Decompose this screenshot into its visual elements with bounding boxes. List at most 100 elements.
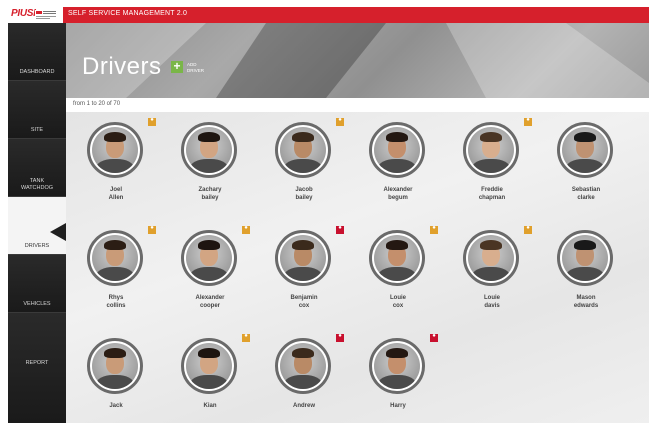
driver-card[interactable]: ● Louie davis	[452, 225, 532, 326]
results-count: from 1 to 20 of 70	[73, 101, 121, 107]
driver-card[interactable]: Alexander begum	[358, 118, 438, 218]
badge-dot-icon: ●	[338, 117, 342, 123]
sidebar-item-label: DASHBOARD	[19, 69, 55, 75]
badge-dot-icon: ●	[338, 333, 342, 339]
driver-first-name: Jacob	[295, 187, 313, 193]
status-badge: ●	[430, 333, 438, 342]
driver-name: Andrew	[258, 402, 350, 410]
driver-card[interactable]: ● Alexander cooper	[170, 225, 250, 326]
driver-avatar	[463, 230, 519, 286]
driver-card[interactable]: ● Andrew	[264, 333, 344, 423]
driver-first-name: Louie	[484, 295, 500, 301]
driver-first-name: Rhys	[108, 295, 124, 301]
driver-name: Joel Allen	[70, 186, 162, 202]
driver-last-name: chapman	[478, 195, 506, 201]
status-badge: ●	[242, 225, 250, 234]
driver-last-name: cox	[392, 303, 404, 309]
logo: PIUSI	[8, 7, 63, 23]
driver-card[interactable]: ● Jacob bailey	[264, 117, 344, 218]
driver-first-name: Zachary	[198, 187, 222, 193]
driver-last-name: collins	[106, 303, 126, 309]
driver-name: Benjamin cox	[258, 294, 350, 310]
driver-card[interactable]: ● Freddie chapman	[452, 117, 532, 218]
app-title: SELF SERVICE MANAGEMENT 2.0	[68, 10, 188, 17]
driver-avatar	[87, 122, 143, 178]
driver-card[interactable]: ● Louie cox	[358, 225, 438, 326]
driver-name: Jack	[70, 402, 162, 410]
driver-first-name: Kian	[203, 403, 217, 409]
driver-avatar	[463, 122, 519, 178]
sidebar-item-label: TANK WATCHDOG	[20, 178, 54, 191]
sidebar-item-label: DRIVERS	[24, 243, 50, 249]
driver-avatar	[181, 230, 237, 286]
driver-card[interactable]: ● Kian	[170, 333, 250, 423]
driver-card[interactable]: Jack	[76, 334, 156, 423]
sidebar-item-tank-watchdog[interactable]: TANK WATCHDOG	[8, 139, 66, 197]
driver-card[interactable]: ● Rhys collins	[76, 225, 156, 326]
driver-name: Louie cox	[352, 294, 444, 310]
driver-name: Mason edwards	[540, 294, 632, 310]
driver-first-name: Sebastian	[571, 187, 601, 193]
status-badge: ●	[336, 117, 344, 126]
add-driver-label[interactable]: ADD DRIVER	[187, 62, 204, 73]
driver-name: Freddie chapman	[446, 186, 538, 202]
driver-avatar	[369, 122, 425, 178]
driver-avatar	[181, 122, 237, 178]
plus-icon: +	[173, 59, 181, 73]
app-frame: PIUSI SELF SERVICE MANAGEMENT 2.0 DASHBO…	[8, 7, 649, 423]
driver-avatar	[87, 338, 143, 394]
driver-card[interactable]: Sebastian clarke	[546, 118, 626, 218]
results-bar: from 1 to 20 of 70	[66, 98, 649, 112]
driver-card[interactable]: Mason edwards	[546, 226, 626, 326]
page-header: Drivers + ADD DRIVER	[66, 23, 649, 98]
driver-last-name: bailey	[295, 195, 313, 201]
driver-avatar	[369, 230, 425, 286]
active-nav-arrow-icon	[50, 223, 66, 241]
sidebar-item-report[interactable]: REPORT	[8, 313, 66, 423]
driver-last-name: edwards	[573, 303, 599, 309]
driver-card[interactable]: Zachary bailey	[170, 118, 250, 218]
add-driver-button[interactable]: +	[171, 59, 183, 73]
driver-last-name: cox	[298, 303, 310, 309]
driver-name: Zachary bailey	[164, 186, 256, 202]
sidebar-item-label: SITE	[30, 127, 44, 133]
driver-last-name: Allen	[108, 195, 124, 201]
driver-last-name: bailey	[201, 195, 219, 201]
driver-first-name: Harry	[390, 403, 406, 409]
driver-avatar	[275, 338, 331, 394]
driver-avatar	[87, 230, 143, 286]
sidebar-item-dashboard[interactable]: DASHBOARD	[8, 23, 66, 81]
driver-first-name: Louie	[390, 295, 406, 301]
driver-avatar	[369, 338, 425, 394]
driver-name: Sebastian clarke	[540, 186, 632, 202]
driver-first-name: Jack	[109, 403, 123, 409]
status-badge: ●	[148, 117, 156, 126]
driver-last-name: davis	[484, 303, 500, 309]
driver-first-name: Andrew	[292, 403, 315, 409]
driver-first-name: Benjamin	[290, 295, 318, 301]
status-badge: ●	[148, 225, 156, 234]
driver-last-name: begum	[388, 195, 408, 201]
driver-avatar	[557, 122, 613, 178]
driver-first-name: Freddie	[481, 187, 503, 193]
driver-card[interactable]: ● Joel Allen	[76, 117, 156, 218]
driver-card[interactable]: ● Benjamin cox	[264, 225, 344, 326]
sidebar-item-site[interactable]: SITE	[8, 81, 66, 139]
driver-avatar	[275, 122, 331, 178]
driver-first-name: Alexander	[195, 295, 225, 301]
driver-first-name: Mason	[576, 295, 596, 301]
sidebar-item-label: REPORT	[25, 360, 49, 366]
badge-dot-icon: ●	[244, 225, 248, 231]
badge-dot-icon: ●	[432, 225, 436, 231]
driver-grid: ● Joel Allen Zachary bailey ● Jacob bailey Alexa…	[66, 112, 649, 423]
status-badge: ●	[430, 225, 438, 234]
status-badge: ●	[336, 225, 344, 234]
driver-avatar	[181, 338, 237, 394]
status-badge: ●	[524, 117, 532, 126]
driver-card[interactable]: ● Harry	[358, 333, 438, 423]
badge-dot-icon: ●	[432, 333, 436, 339]
badge-dot-icon: ●	[338, 225, 342, 231]
sidebar-item-vehicles[interactable]: VEHICLES	[8, 255, 66, 313]
driver-avatar	[557, 230, 613, 286]
logo-text: PIUSI	[11, 8, 36, 19]
